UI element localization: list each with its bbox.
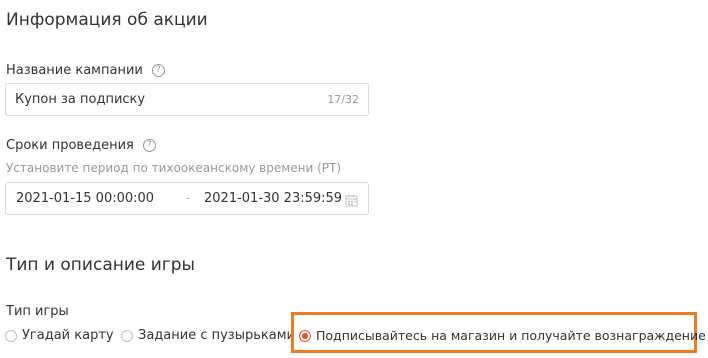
- campaign-name-label-row: Название кампании ?: [6, 63, 165, 78]
- game-info-title: Тип и описание игры: [6, 255, 195, 275]
- radio-label: Подписывайтесь на магазин и получайте во…: [316, 328, 706, 343]
- period-hint: Установите период по тихоокеанскому врем…: [6, 161, 342, 175]
- radio-option-guess-card[interactable]: Угадай карту: [5, 325, 114, 344]
- radio-label: Угадай карту: [22, 328, 114, 343]
- radio-label: Задание с пузырьками: [138, 328, 295, 343]
- radio-button[interactable]: [121, 329, 133, 342]
- radio-button-selected[interactable]: [299, 329, 311, 342]
- period-label: Сроки проведения: [6, 138, 134, 153]
- radio-option-bubble-task[interactable]: Задание с пузырьками: [121, 325, 295, 344]
- question-circle-icon[interactable]: ?: [151, 64, 165, 77]
- campaign-name-input[interactable]: Купон за подписку 17/32: [5, 83, 369, 116]
- radio-button[interactable]: [5, 329, 17, 342]
- game-type-label: Тип игры: [6, 304, 69, 319]
- radio-option-follow-shop[interactable]: Подписывайтесь на магазин и получайте во…: [299, 325, 706, 344]
- end-date-input[interactable]: 2021-01-30 23:59:59: [204, 191, 342, 206]
- campaign-name-value: Купон за подписку: [15, 92, 146, 107]
- start-date-input[interactable]: 2021-01-15 00:00:00: [16, 191, 154, 206]
- calendar-icon[interactable]: [345, 192, 358, 211]
- question-circle-icon[interactable]: ?: [142, 139, 156, 152]
- date-separator: -: [186, 191, 191, 206]
- promo-info-title: Информация об акции: [6, 10, 208, 30]
- period-label-row: Сроки проведения ?: [6, 138, 156, 153]
- date-range-picker[interactable]: 2021-01-15 00:00:00 - 2021-01-30 23:59:5…: [5, 182, 369, 215]
- campaign-name-counter: 17/32: [327, 93, 359, 106]
- campaign-name-label: Название кампании: [6, 63, 143, 78]
